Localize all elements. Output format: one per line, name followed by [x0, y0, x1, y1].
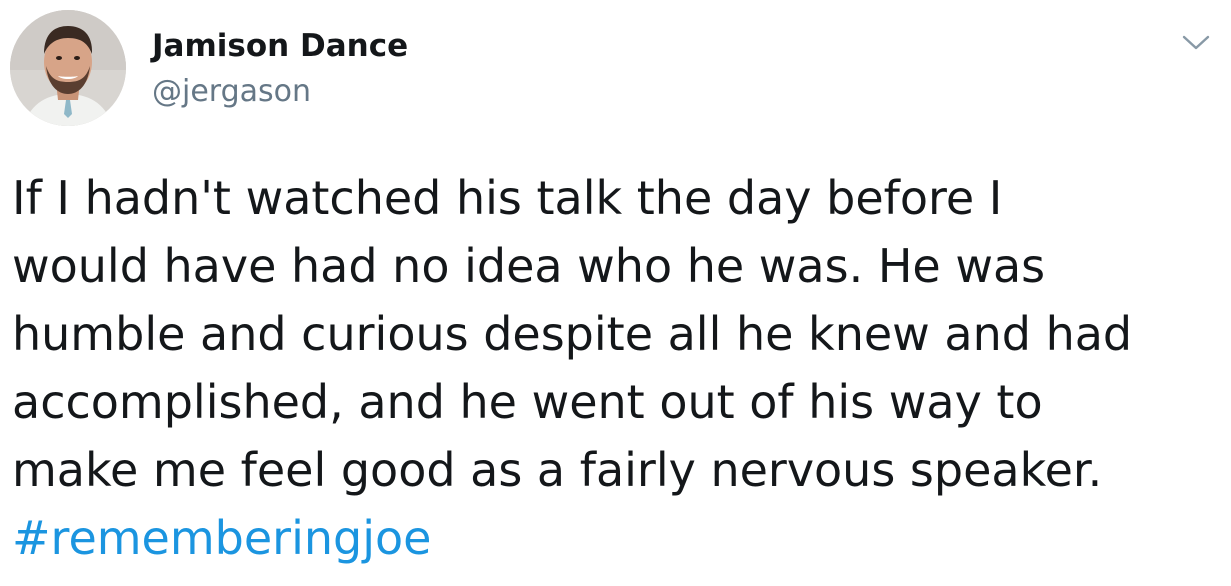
tweet-text-line: accomplished, and he went out of his way…: [12, 375, 1043, 429]
tweet-text-line: make me feel good as a fairly nervous sp…: [12, 443, 1103, 497]
hashtag-link[interactable]: #rememberingjoe: [12, 504, 1224, 572]
author-name[interactable]: Jamison Dance: [152, 26, 408, 66]
tweet-text-line: If I hadn't watched his talk the day bef…: [12, 171, 1003, 225]
tweet-card: Jamison Dance @jergason If I hadn't watc…: [0, 0, 1231, 586]
avatar-image: [10, 10, 126, 126]
chevron-down-icon[interactable]: [1178, 28, 1214, 56]
avatar[interactable]: [10, 10, 126, 126]
tweet-text: If I hadn't watched his talk the day bef…: [12, 164, 1224, 572]
author-handle[interactable]: @jergason: [152, 72, 311, 112]
tweet-text-line: would have had no idea who he was. He wa…: [12, 239, 1046, 293]
tweet-text-line: humble and curious despite all he knew a…: [12, 307, 1133, 361]
